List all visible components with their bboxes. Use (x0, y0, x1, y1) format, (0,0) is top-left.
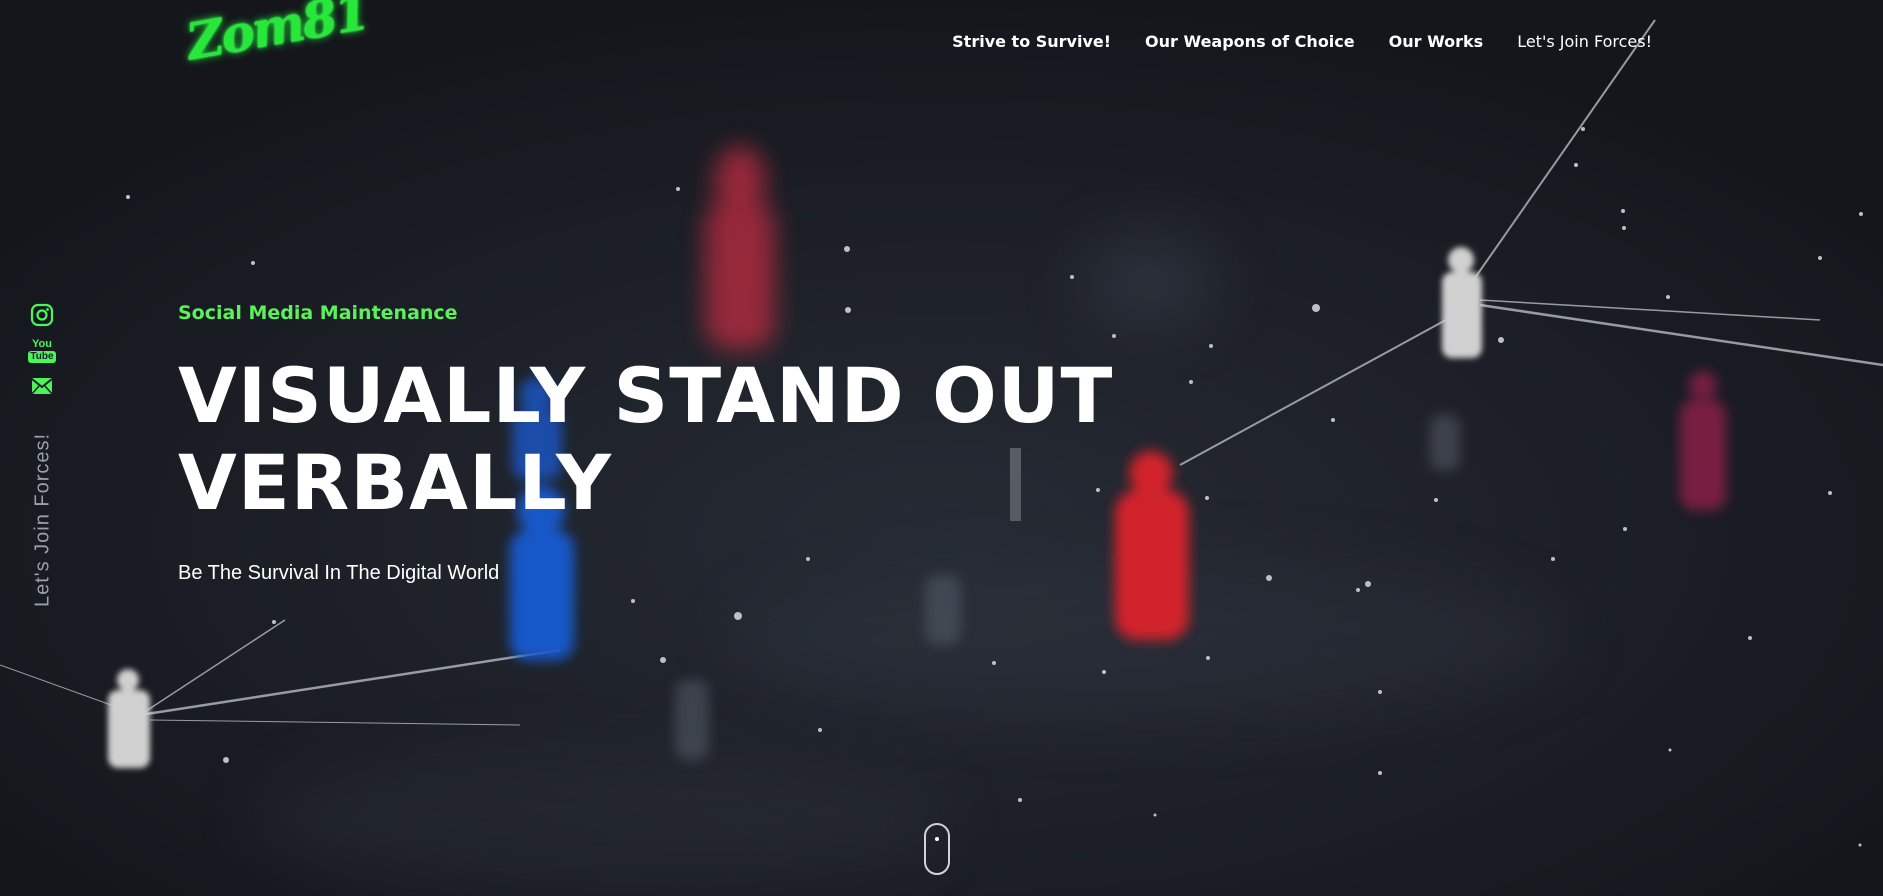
scroll-dot (935, 837, 939, 841)
typing-cursor (1010, 448, 1021, 521)
youtube-tube-text: Tube (28, 351, 56, 363)
nav-our-works[interactable]: Our Works (1389, 32, 1484, 51)
main-nav: Strive to Survive! Our Weapons of Choice… (952, 32, 1652, 51)
hero-kicker: Social Media Maintenance (178, 302, 458, 324)
hero-subtitle: Be The Survival In The Digital World (178, 562, 500, 584)
vertical-join-forces-text[interactable]: Let's Join Forces! (32, 433, 55, 607)
social-links: You Tube (28, 303, 56, 395)
mail-icon[interactable] (31, 377, 53, 395)
hero-title-line-2: VERBALLY (178, 438, 613, 527)
hero-title-line-1: VISUALLY STAND OUT (178, 351, 1114, 440)
instagram-icon[interactable] (30, 303, 54, 327)
scroll-down-indicator[interactable] (924, 823, 950, 875)
nav-weapons-of-choice[interactable]: Our Weapons of Choice (1145, 32, 1355, 51)
nav-strive-to-survive[interactable]: Strive to Survive! (952, 32, 1111, 51)
youtube-you-text: You (32, 338, 52, 350)
logo[interactable]: Zom81 (182, 0, 372, 71)
hero-content: Social Media Maintenance VISUALLY STAND … (178, 302, 1113, 585)
nav-join-forces[interactable]: Let's Join Forces! (1517, 32, 1652, 51)
hero-title: VISUALLY STAND OUT VERBALLY (178, 352, 1113, 526)
youtube-icon[interactable]: You Tube (28, 338, 56, 365)
